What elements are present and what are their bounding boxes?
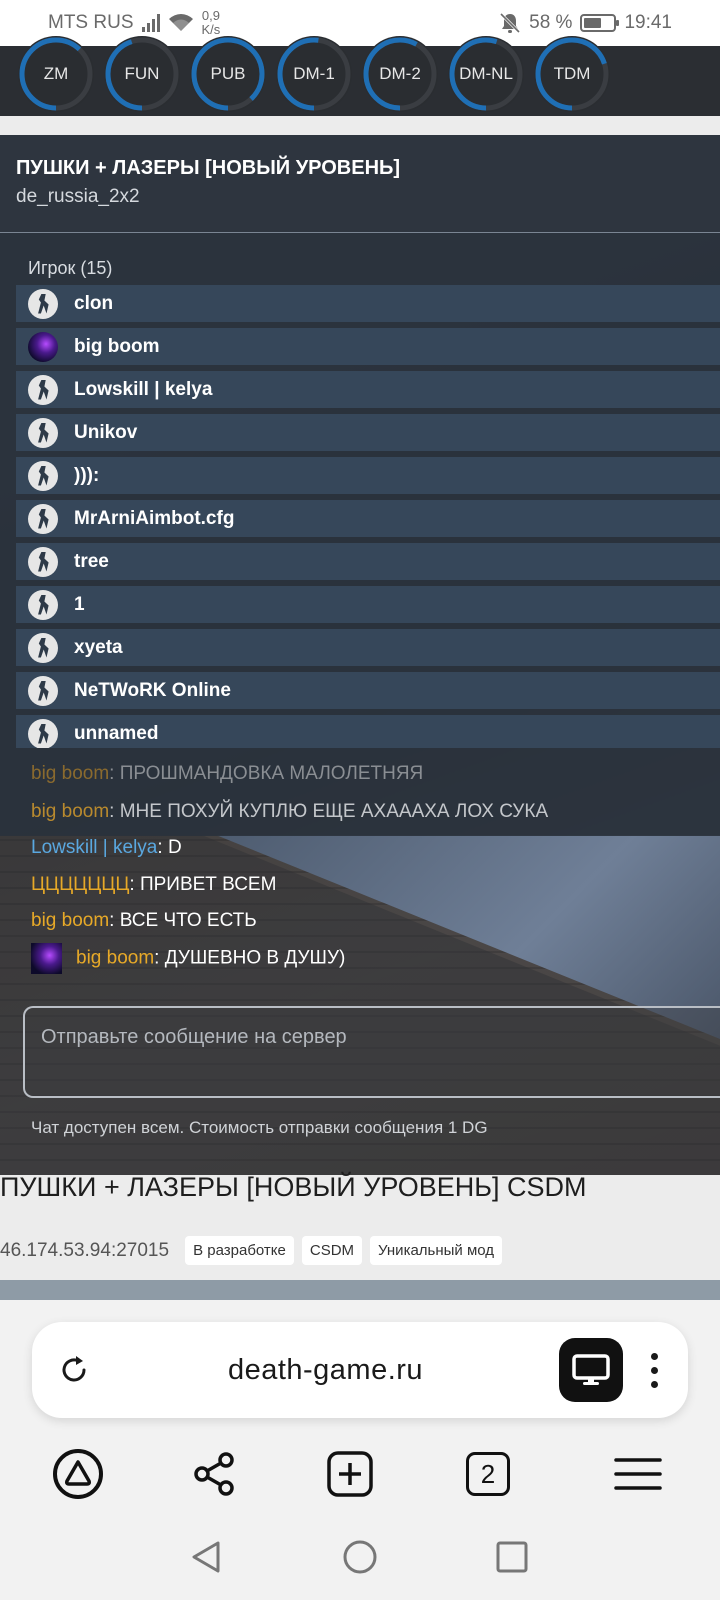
tab-count: 2 bbox=[480, 1458, 496, 1489]
avatar bbox=[28, 331, 58, 362]
server-title: ПУШКИ + ЛАЗЕРЫ [НОВЫЙ УРОВЕНЬ] CSDM bbox=[0, 1172, 587, 1202]
server-meta: 46.174.53.94:27015 В разработке CSDM Уни… bbox=[0, 1236, 503, 1265]
tabs-button[interactable]: 2 bbox=[458, 1444, 518, 1504]
nav-back-button[interactable] bbox=[182, 1533, 230, 1581]
desktop-mode-button[interactable] bbox=[559, 1338, 623, 1402]
cs-logo-icon bbox=[28, 374, 58, 405]
tabs-icon: 2 bbox=[466, 1452, 510, 1496]
player-row[interactable]: tree bbox=[16, 543, 720, 580]
home-circle-icon bbox=[343, 1540, 377, 1574]
cs-logo-icon bbox=[28, 718, 58, 748]
players-header: Игрок (15) bbox=[28, 258, 113, 278]
player-row[interactable]: ))): bbox=[16, 457, 720, 494]
chat-message: ЦЦЦЦЦЦЦ: ПРИВЕТ ВСЕМ bbox=[31, 874, 277, 895]
battery-icon bbox=[580, 14, 620, 32]
mode-fun[interactable]: FUN bbox=[104, 36, 180, 112]
chat-message: big boom: ВСЕ ЧТО ЕСТЬ bbox=[31, 910, 257, 931]
network-speed: 0,9 K/s bbox=[201, 8, 221, 37]
player-row[interactable]: xyeta bbox=[16, 629, 720, 666]
player-list[interactable]: Игрок (15) clon big boom Lowskill | kely… bbox=[0, 233, 720, 748]
cs-logo-icon bbox=[28, 417, 58, 448]
chat-note: Чат доступен всем. Стоимость отправки со… bbox=[31, 1118, 488, 1137]
url-text[interactable]: death-game.ru bbox=[92, 1354, 559, 1387]
mode-dm-2[interactable]: DM-2 bbox=[362, 36, 438, 112]
avatar bbox=[31, 943, 62, 974]
player-row[interactable]: NeTWoRK Online bbox=[16, 672, 720, 709]
monitor-icon bbox=[572, 1354, 610, 1385]
player-row[interactable]: clon bbox=[16, 285, 720, 322]
chat-message: big boom: ПРОШМАНДОВКА МАЛОЛЕТНЯЯ bbox=[31, 763, 424, 784]
server-panel: ПУШКИ + ЛАЗЕРЫ [НОВЫЙ УРОВЕНЬ] de_russia… bbox=[0, 135, 720, 1175]
address-bar[interactable]: death-game.ru bbox=[32, 1322, 688, 1418]
cs-logo-icon bbox=[28, 589, 58, 620]
plus-square-icon bbox=[327, 1451, 373, 1497]
alice-icon bbox=[53, 1449, 103, 1499]
nav-home-button[interactable] bbox=[336, 1533, 384, 1581]
wifi-icon bbox=[168, 14, 193, 31]
nav-recents-button[interactable] bbox=[488, 1533, 536, 1581]
share-button[interactable] bbox=[184, 1444, 244, 1504]
battery-percent: 58 % bbox=[529, 12, 573, 33]
mode-strip: ZM FUN PUB DM-1 DM-2 DM-NL TDM bbox=[0, 36, 720, 116]
server-ip[interactable]: 46.174.53.94:27015 bbox=[0, 1240, 169, 1262]
player-row[interactable]: unnamed bbox=[16, 715, 720, 748]
cs-logo-icon bbox=[28, 675, 58, 706]
chat-message: big boom: ДУШЕВНО В ДУШУ) bbox=[31, 943, 345, 974]
player-row[interactable]: big boom bbox=[16, 328, 720, 365]
cs-logo-icon bbox=[28, 546, 58, 577]
tag-in-development[interactable]: В разработке bbox=[185, 1236, 294, 1265]
mode-zm[interactable]: ZM bbox=[18, 36, 94, 112]
new-tab-button[interactable] bbox=[320, 1444, 380, 1504]
bell-muted-icon bbox=[500, 12, 521, 34]
cs-logo-icon bbox=[28, 503, 58, 534]
tag-csdm[interactable]: CSDM bbox=[301, 1236, 363, 1265]
carrier-label: MTS RUS bbox=[48, 12, 134, 33]
more-menu-icon[interactable] bbox=[645, 1352, 664, 1388]
hamburger-icon bbox=[614, 1458, 662, 1490]
cs-logo-icon bbox=[28, 632, 58, 663]
chat-message: big boom: МНЕ ПОХУЙ КУПЛЮ ЕЩЕ АХАААХА ЛО… bbox=[31, 801, 549, 822]
mode-dm-1[interactable]: DM-1 bbox=[276, 36, 352, 112]
map-name: de_russia_2x2 bbox=[16, 186, 140, 207]
back-triangle-icon bbox=[192, 1541, 220, 1573]
player-row[interactable]: Unikov bbox=[16, 414, 720, 451]
player-row[interactable]: MrArniAimbot.cfg bbox=[16, 500, 720, 537]
mode-tdm[interactable]: TDM bbox=[534, 36, 610, 112]
alice-button[interactable] bbox=[48, 1444, 108, 1504]
chat-input[interactable]: Отправьте сообщение на сервер bbox=[23, 1006, 720, 1098]
clock: 19:41 bbox=[624, 12, 672, 33]
mode-pub[interactable]: PUB bbox=[190, 36, 266, 112]
player-row[interactable]: Lowskill | kelya bbox=[16, 371, 720, 408]
cs-logo-icon bbox=[28, 460, 58, 491]
panel-header: ПУШКИ + ЛАЗЕРЫ [НОВЫЙ УРОВЕНЬ] de_russia… bbox=[0, 135, 720, 233]
server-name: ПУШКИ + ЛАЗЕРЫ [НОВЫЙ УРОВЕНЬ] bbox=[16, 157, 401, 179]
mode-dm-nl[interactable]: DM-NL bbox=[448, 36, 524, 112]
recents-square-icon bbox=[496, 1541, 528, 1573]
menu-button[interactable] bbox=[608, 1444, 668, 1504]
signal-icon bbox=[141, 14, 160, 32]
cs-logo-icon bbox=[28, 288, 58, 319]
chat-message: Lowskill | kelya: D bbox=[31, 837, 182, 858]
tag-unique-mod[interactable]: Уникальный мод bbox=[370, 1236, 503, 1265]
player-row[interactable]: 1 bbox=[16, 586, 720, 623]
reload-icon[interactable] bbox=[56, 1352, 92, 1388]
share-icon bbox=[194, 1452, 234, 1496]
